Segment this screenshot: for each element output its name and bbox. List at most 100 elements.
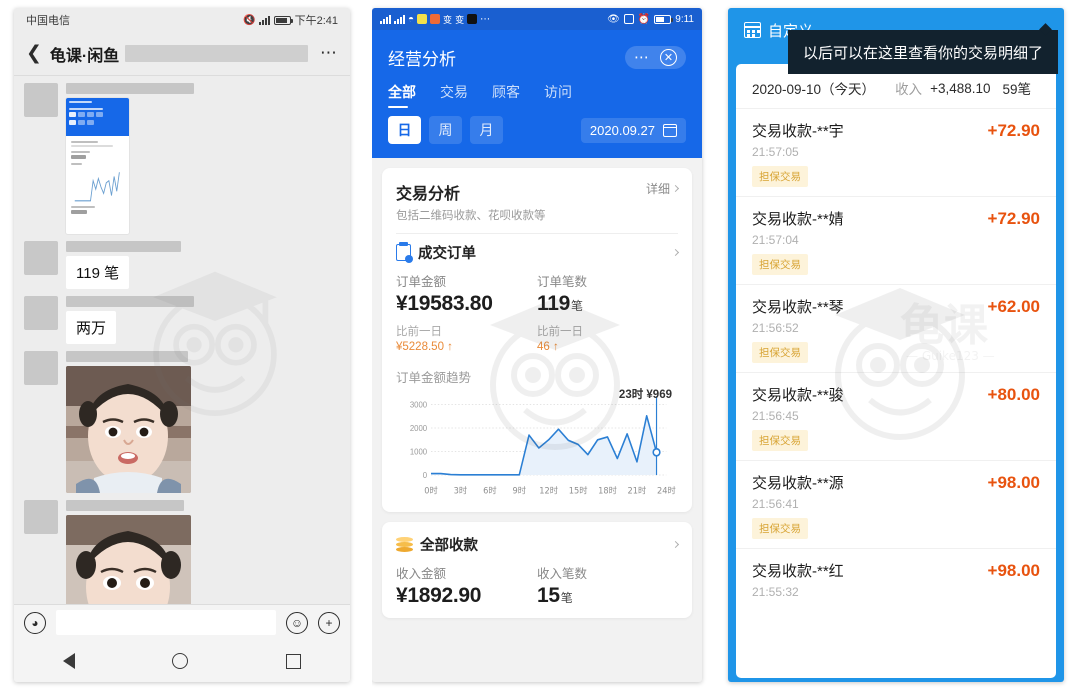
close-icon[interactable]: ✕ [660, 48, 677, 66]
summary-income-amount: +3,488.10 [930, 80, 991, 96]
calendar-icon[interactable] [744, 22, 761, 38]
stat-order-count: 订单笔数 119笔 比前一日 46 ↑ [537, 271, 678, 353]
avatar [24, 296, 58, 330]
transaction-time: 21:57:04 [752, 233, 799, 247]
transaction-title: 交易收款-**宇 [752, 123, 844, 140]
table-row[interactable]: 交易收款-**琴 +62.00 21:56:52 担保交易 [736, 284, 1056, 372]
clock-label: 9:11 [675, 13, 694, 25]
tab-visit[interactable]: 访问 [544, 82, 572, 108]
svg-text:12时: 12时 [539, 484, 558, 496]
svg-text:9时: 9时 [512, 484, 526, 496]
message-bubble[interactable]: 两万 [66, 311, 117, 344]
message-photo[interactable] [66, 515, 191, 604]
stat-value: 15 [537, 584, 560, 607]
list-item[interactable]: 119 笔 [14, 234, 350, 289]
tab-trade[interactable]: 交易 [440, 82, 468, 108]
list-item[interactable]: 两万 [14, 289, 350, 344]
range-day[interactable]: 日 [388, 116, 421, 144]
svg-text:2000: 2000 [410, 424, 428, 433]
stat-delta: ¥5228.50 ↑ [396, 341, 453, 353]
all-income-card: 全部收款 收入金额 ¥1892.90 收入笔数 15笔 [382, 522, 692, 618]
detail-link[interactable]: 详细 [645, 180, 680, 197]
analysis-tabs: 全部 交易 顾客 访问 [388, 82, 686, 108]
transaction-title: 交易收款-**源 [752, 475, 844, 492]
onboarding-tooltip[interactable]: 以后可以在这里查看你的交易明细了 [788, 30, 1058, 74]
analysis-header: 经营分析 ⋯ ✕ 全部 交易 顾客 访问 日 周 月 2020.09.27 [372, 30, 702, 158]
chat-message-list[interactable]: 119 笔 两万 [14, 76, 350, 604]
stat-label: 收入金额 [396, 567, 447, 581]
clock-label: 下午2:41 [294, 15, 338, 27]
stat-label: 订单笔数 [537, 275, 588, 289]
mid-status-bar: ◓ 变 变 ⋯ 👁 ⏰ 9:11 [372, 8, 702, 30]
coins-icon [396, 537, 413, 552]
svg-text:3时: 3时 [454, 484, 468, 496]
wifi-icon: ◓ [408, 13, 415, 25]
more-dots-icon[interactable]: ⋯ [634, 50, 650, 65]
message-photo[interactable] [66, 366, 191, 493]
more-icon: ⋯ [480, 13, 491, 25]
plus-icon[interactable]: + [318, 611, 340, 634]
message-input[interactable] [56, 610, 276, 635]
more-dots-icon[interactable]: ⋯ [320, 44, 338, 61]
table-row[interactable]: 交易收款-**骏 +80.00 21:56:45 担保交易 [736, 372, 1056, 460]
detail-label: 详细 [645, 182, 670, 196]
range-selector: 日 周 月 2020.09.27 [388, 116, 686, 158]
android-home-icon[interactable] [172, 653, 189, 669]
trend-title: 订单金额趋势 [396, 371, 472, 385]
chat-title: 龟课·闲鱼 [49, 47, 120, 65]
nfc-icon [623, 14, 634, 24]
transaction-title: 交易收款-**骏 [752, 387, 844, 404]
emoji-icon[interactable]: ☺ [286, 611, 308, 634]
calendar-icon [663, 123, 677, 137]
table-row[interactable]: 交易收款-**红 +98.00 21:55:32 [736, 548, 1056, 608]
stat-compare-label: 比前一日 [396, 326, 442, 338]
order-amount-trend-chart[interactable]: 23时 ¥969 0 1000 2000 3000 0时 3时 6时 9时 12时 15时 18时 2… [396, 389, 678, 502]
list-item[interactable] [14, 493, 350, 604]
tiktok-icon [467, 14, 478, 24]
signal-icon [394, 14, 405, 24]
transaction-title: 交易收款-**红 [752, 563, 844, 580]
battery-icon [273, 15, 293, 25]
android-back-icon[interactable] [62, 653, 75, 669]
right-phone-panel: 自定义 以后可以在这里查看你的交易明细了 2020-09-10（今天） 收入 +… [720, 0, 1080, 688]
mute-icon: 🔇 [243, 14, 255, 26]
masked-sender-name [66, 241, 181, 252]
transaction-title: 交易收款-**琴 [752, 299, 844, 316]
back-chevron-icon[interactable]: ❮ [26, 42, 50, 65]
message-image-thumbnail[interactable] [66, 98, 129, 234]
left-phone-panel: 中国电信 🔇 下午2:41 ❮ 龟课·闲鱼 ⋯ 119 笔 两万 ◕ ☺ + [0, 0, 362, 688]
tab-all[interactable]: 全部 [388, 82, 416, 108]
message-bubble[interactable]: 119 笔 [66, 256, 130, 289]
svg-text:6时: 6时 [483, 484, 497, 496]
table-row[interactable]: 交易收款-**源 +98.00 21:56:41 担保交易 [736, 460, 1056, 548]
transaction-amount: +72.90 [987, 121, 1040, 140]
tooltip-text: 以后可以在这里查看你的交易明细了 [802, 44, 1043, 62]
android-recents-icon[interactable] [286, 653, 302, 669]
tab-customer[interactable]: 顾客 [492, 82, 520, 108]
stat-delta: 46 ↑ [537, 341, 559, 353]
signal-icon [380, 14, 391, 24]
stat-unit: 笔 [570, 299, 583, 313]
table-row[interactable]: 交易收款-**婧 +72.90 21:57:04 担保交易 [736, 196, 1056, 284]
income-section-header[interactable]: 全部收款 [396, 534, 680, 555]
status-badge: 担保交易 [752, 430, 808, 451]
chevron-right-icon [671, 248, 680, 257]
date-picker[interactable]: 2020.09.27 [580, 117, 686, 143]
transaction-time: 21:56:52 [752, 321, 799, 335]
range-week[interactable]: 周 [429, 116, 462, 144]
bill-sheet[interactable]: 2020-09-10（今天） 收入 +3,488.10 59笔 交易收款-**宇… [736, 64, 1056, 678]
table-row[interactable]: 交易收款-**宇 +72.90 21:57:05 担保交易 [736, 108, 1056, 196]
transaction-time: 21:57:05 [752, 145, 799, 159]
orders-section-header[interactable]: 成交订单 [396, 242, 680, 263]
transaction-amount: +98.00 [987, 473, 1040, 492]
range-month[interactable]: 月 [470, 116, 503, 144]
voice-icon[interactable]: ◕ [24, 611, 46, 634]
list-item[interactable] [14, 344, 350, 493]
list-item[interactable] [14, 76, 350, 234]
battery-icon [654, 14, 674, 24]
alipay-icon: 变 [455, 14, 465, 25]
transaction-time: 21:55:32 [752, 585, 799, 599]
signal-icon [258, 15, 270, 25]
chevron-right-icon [671, 540, 680, 549]
stat-income-amount: 收入金额 ¥1892.90 [396, 563, 537, 608]
